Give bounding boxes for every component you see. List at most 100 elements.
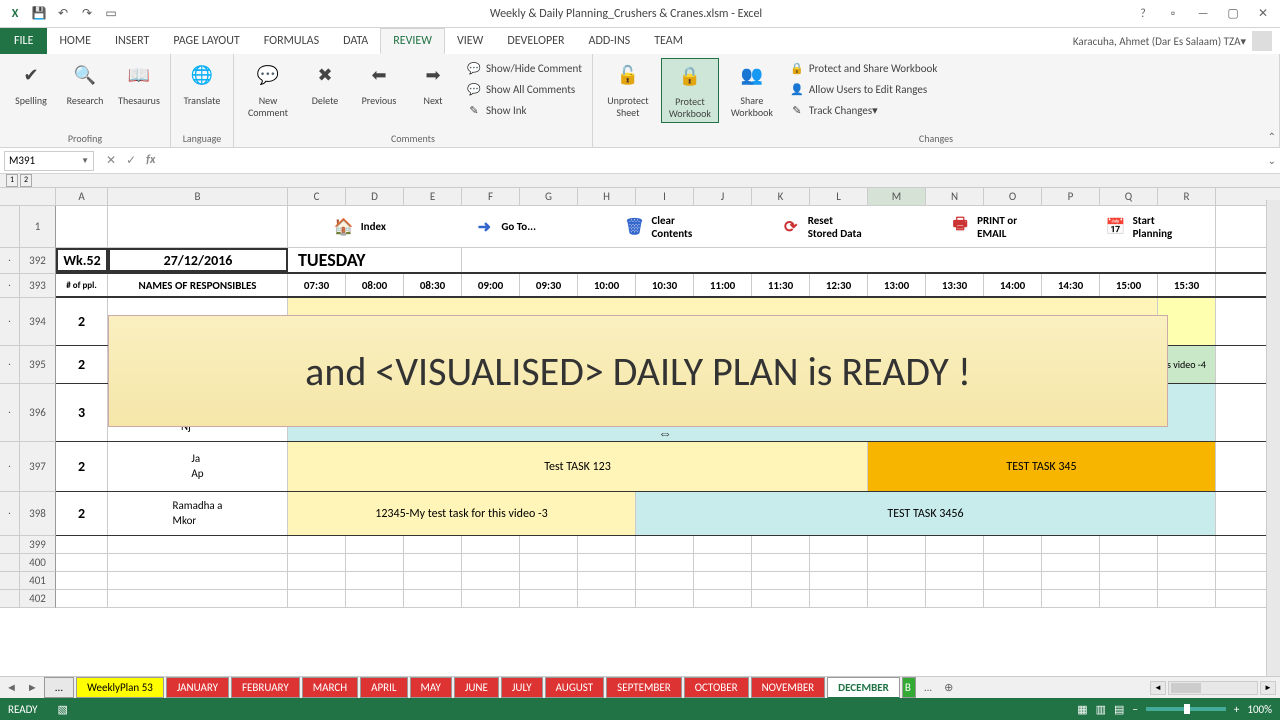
- time-header[interactable]: 10:00: [578, 274, 636, 296]
- cell[interactable]: [868, 572, 926, 589]
- time-header[interactable]: 15:00: [1100, 274, 1158, 296]
- cell[interactable]: [578, 554, 636, 571]
- thesaurus-button[interactable]: 📖Thesaurus: [114, 58, 164, 109]
- cell[interactable]: [56, 572, 108, 589]
- outline-level-1[interactable]: 1: [6, 174, 18, 187]
- tab-review[interactable]: REVIEW: [380, 28, 445, 54]
- cell[interactable]: [1158, 536, 1216, 553]
- cell[interactable]: [462, 248, 1216, 272]
- cell[interactable]: [520, 572, 578, 589]
- form-icon[interactable]: ▭: [100, 3, 122, 25]
- horizontal-scrollbar[interactable]: [1168, 681, 1258, 695]
- next-button[interactable]: ➡Next: [408, 58, 458, 109]
- col-C[interactable]: C: [288, 188, 346, 205]
- time-header[interactable]: 07:30: [288, 274, 346, 296]
- cell[interactable]: [1100, 572, 1158, 589]
- cell[interactable]: [984, 536, 1042, 553]
- show-hide-comment-button[interactable]: 💬Show/Hide Comment: [462, 58, 586, 78]
- col-R[interactable]: R: [1158, 188, 1216, 205]
- cell[interactable]: [1100, 590, 1158, 607]
- cell[interactable]: [694, 536, 752, 553]
- sheet-tab-aug[interactable]: AUGUST: [545, 677, 605, 698]
- cell[interactable]: [520, 554, 578, 571]
- sheet-tab-jul[interactable]: JULY: [501, 677, 543, 698]
- tab-home[interactable]: HOME: [47, 28, 103, 54]
- col-B[interactable]: B: [108, 188, 288, 205]
- col-P[interactable]: P: [1042, 188, 1100, 205]
- cell[interactable]: [404, 554, 462, 571]
- goto-button[interactable]: ➜Go To...: [465, 214, 542, 240]
- time-header[interactable]: 13:30: [926, 274, 984, 296]
- time-header[interactable]: 11:00: [694, 274, 752, 296]
- unprotect-sheet-button[interactable]: 🔓Unprotect Sheet: [599, 58, 657, 121]
- row-396[interactable]: 396: [20, 384, 56, 442]
- cell[interactable]: [1042, 536, 1100, 553]
- formula-input[interactable]: [163, 151, 1280, 171]
- new-comment-button[interactable]: 💬New Comment: [240, 58, 296, 121]
- zoom-out-icon[interactable]: −: [1132, 703, 1137, 716]
- cell[interactable]: [752, 554, 810, 571]
- save-icon[interactable]: 💾: [28, 3, 50, 25]
- user-label[interactable]: Karacuha, Ahmet (Dar Es Salaam) TZA ▾: [1073, 28, 1280, 54]
- cell[interactable]: [108, 590, 288, 607]
- day-cell[interactable]: TUESDAY: [288, 248, 462, 272]
- cell[interactable]: [984, 554, 1042, 571]
- time-header[interactable]: 08:00: [346, 274, 404, 296]
- col-G[interactable]: G: [520, 188, 578, 205]
- ppl-cell[interactable]: 2: [56, 346, 108, 383]
- sheet-nav[interactable]: ◄►: [0, 681, 44, 694]
- cell[interactable]: [346, 590, 404, 607]
- tab-formulas[interactable]: FORMULAS: [252, 28, 331, 54]
- cell[interactable]: [810, 536, 868, 553]
- cell[interactable]: [462, 590, 520, 607]
- sheet-tab-apr[interactable]: APRIL: [360, 677, 407, 698]
- cell[interactable]: [694, 590, 752, 607]
- row-398[interactable]: 398: [20, 492, 56, 536]
- sheet-tab-oct[interactable]: OCTOBER: [684, 677, 749, 698]
- ppl-cell[interactable]: 2: [56, 492, 108, 535]
- col-M[interactable]: M: [868, 188, 926, 205]
- cell[interactable]: [868, 590, 926, 607]
- translate-button[interactable]: 🌐Translate: [177, 58, 227, 109]
- sheet-tab-mar[interactable]: MARCH: [302, 677, 358, 698]
- sheet-tab-cut[interactable]: B: [902, 677, 916, 698]
- tab-pagelayout[interactable]: PAGE LAYOUT: [161, 28, 251, 54]
- cell[interactable]: [1158, 572, 1216, 589]
- sheet-tab-feb[interactable]: FEBRUARY: [231, 677, 300, 698]
- row-394[interactable]: 394: [20, 298, 56, 346]
- col-A[interactable]: A: [56, 188, 108, 205]
- cell[interactable]: [56, 206, 108, 247]
- cell[interactable]: [810, 554, 868, 571]
- cell[interactable]: [636, 572, 694, 589]
- tab-view[interactable]: VIEW: [445, 28, 495, 54]
- sheet-tab-jun[interactable]: JUNE: [454, 677, 499, 698]
- time-header[interactable]: 09:00: [462, 274, 520, 296]
- scroll-left-icon[interactable]: ◄: [1150, 681, 1166, 695]
- tab-data[interactable]: DATA: [331, 28, 380, 54]
- time-header[interactable]: 14:00: [984, 274, 1042, 296]
- cell[interactable]: [984, 572, 1042, 589]
- cell[interactable]: [810, 590, 868, 607]
- zoom-in-icon[interactable]: +: [1234, 703, 1239, 716]
- cell[interactable]: [346, 536, 404, 553]
- cell[interactable]: [984, 590, 1042, 607]
- cell[interactable]: [926, 590, 984, 607]
- sheet-tab-more[interactable]: ...: [44, 677, 74, 698]
- cell[interactable]: [578, 590, 636, 607]
- sheet-tab-jan[interactable]: JANUARY: [166, 677, 229, 698]
- col-L[interactable]: L: [810, 188, 868, 205]
- enter-formula-icon[interactable]: ✓: [126, 153, 136, 168]
- cell[interactable]: [1100, 554, 1158, 571]
- macro-record-icon[interactable]: ▧: [58, 703, 68, 716]
- tab-file[interactable]: FILE: [0, 28, 47, 54]
- cell[interactable]: [636, 536, 694, 553]
- col-Q[interactable]: Q: [1100, 188, 1158, 205]
- cell[interactable]: [404, 572, 462, 589]
- cell[interactable]: [868, 536, 926, 553]
- cell[interactable]: [462, 536, 520, 553]
- share-workbook-button[interactable]: 👥Share Workbook: [723, 58, 781, 121]
- minimize-icon[interactable]: —: [1190, 4, 1216, 24]
- redo-icon[interactable]: ↷: [76, 3, 98, 25]
- cell[interactable]: [404, 590, 462, 607]
- cell[interactable]: [868, 554, 926, 571]
